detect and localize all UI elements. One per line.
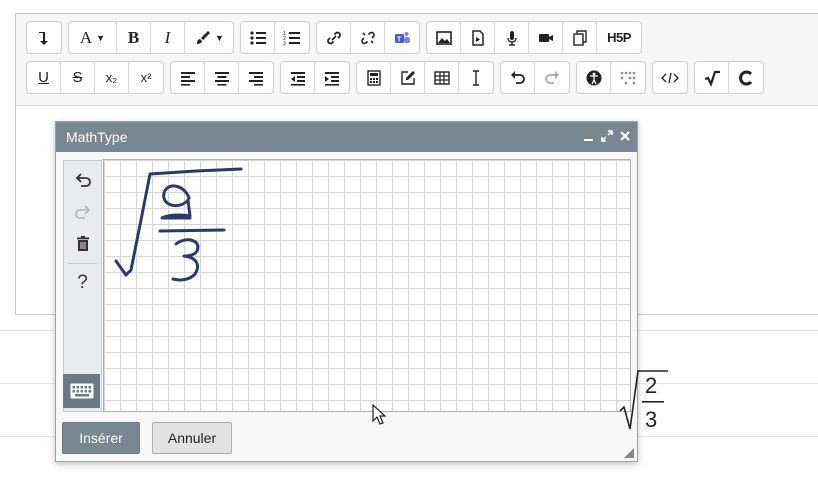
minimize-icon[interactable] (583, 129, 595, 143)
cancel-button[interactable]: Annuler (152, 422, 232, 454)
numbered-list-icon: 123 (283, 31, 300, 47)
equation-button[interactable] (357, 62, 391, 93)
handwriting-canvas[interactable]: 2 3 (103, 159, 668, 432)
link-button[interactable] (317, 22, 351, 53)
html-button[interactable] (653, 62, 687, 93)
mouse-cursor-icon (372, 404, 387, 425)
resize-handle-icon[interactable] (624, 448, 634, 458)
chemtype-button[interactable] (729, 62, 763, 93)
undo-icon (510, 70, 525, 84)
close-icon[interactable] (619, 129, 631, 143)
record-audio-button[interactable] (495, 22, 529, 53)
svg-text:3: 3 (283, 41, 286, 47)
toolbar-row-1: A ▼ B I ▼ 123 T H5P (26, 21, 642, 54)
sqrt-icon (704, 70, 720, 87)
svg-text:T: T (397, 36, 402, 43)
microphone-icon (506, 30, 517, 46)
undo-icon (75, 173, 91, 187)
h5p-button[interactable]: H5P (597, 22, 641, 53)
help-tool[interactable]: ? (64, 267, 101, 299)
keyboard-icon (70, 383, 93, 399)
formula-preview: 2 3 (618, 369, 670, 439)
undo-button[interactable] (501, 62, 535, 93)
file-media-icon (471, 29, 484, 46)
table-button[interactable] (425, 62, 459, 93)
text-cursor-icon (473, 69, 479, 86)
bold-button[interactable]: B (117, 22, 151, 53)
indent-icon (325, 71, 339, 86)
chem-c-icon (739, 70, 753, 85)
insert-button[interactable]: Insérer (62, 422, 140, 454)
image-button[interactable] (427, 22, 461, 53)
redo-icon (74, 205, 90, 219)
unlink-icon (360, 31, 375, 44)
align-right-icon (249, 71, 263, 86)
teams-icon: T (395, 31, 410, 43)
brush-icon (197, 30, 211, 44)
code-icon (661, 72, 679, 83)
bullet-list-icon (249, 30, 266, 45)
screenreader-button[interactable] (611, 62, 645, 93)
mathtype-dialog: MathType ? 2 3 Insérer Annuler (55, 121, 668, 462)
fullscreen-icon[interactable] (601, 129, 613, 143)
highlight-button[interactable]: ▼ (185, 22, 233, 53)
pencil-square-icon (400, 70, 415, 85)
strikethrough-button[interactable]: S (61, 62, 95, 93)
redo-icon (545, 70, 559, 84)
italic-button[interactable]: I (151, 22, 185, 53)
accessibility-button[interactable] (577, 62, 611, 93)
clear-tool[interactable] (64, 228, 101, 260)
indent-button[interactable] (315, 62, 349, 93)
video-camera-icon (538, 33, 553, 42)
bullet-list-button[interactable] (241, 22, 275, 53)
record-video-button[interactable] (529, 22, 563, 53)
image-icon (435, 30, 452, 45)
calculator-icon (366, 69, 381, 86)
clear-formatting-button[interactable] (459, 62, 493, 93)
align-left-icon (180, 71, 195, 86)
edit-button[interactable] (391, 62, 425, 93)
undo-tool[interactable] (64, 164, 101, 196)
preview-numerator: 2 (645, 373, 658, 398)
outdent-button[interactable] (281, 62, 315, 93)
manage-files-button[interactable] (563, 22, 597, 53)
handwritten-strokes (114, 167, 243, 282)
trash-icon (76, 236, 89, 251)
align-right-button[interactable] (239, 62, 273, 93)
redo-button[interactable] (535, 62, 569, 93)
teams-button[interactable]: T (385, 22, 419, 53)
superscript-button[interactable]: x² (129, 62, 163, 93)
align-left-button[interactable] (171, 62, 205, 93)
editor-toolbar: A ▼ B I ▼ 123 T H5P U S x₂ x² (16, 14, 818, 106)
help-icon: ? (77, 272, 88, 293)
font-color-icon: A (79, 27, 93, 47)
unlink-button[interactable] (351, 22, 385, 53)
files-icon (572, 29, 587, 46)
numbered-list-button[interactable]: 123 (275, 22, 309, 53)
outdent-icon (290, 71, 305, 86)
redo-tool[interactable] (64, 196, 101, 228)
align-center-icon (214, 71, 229, 86)
dialog-title: MathType (66, 129, 128, 145)
braille-icon (620, 71, 636, 84)
dialog-titlebar[interactable]: MathType (56, 122, 637, 152)
font-color-button[interactable]: A ▼ (69, 22, 117, 53)
toggle-toolbar-button[interactable] (27, 22, 61, 53)
arrow-down-left-icon (39, 31, 48, 45)
link-icon (326, 31, 341, 44)
table-icon (433, 70, 450, 85)
keyboard-toggle[interactable] (63, 374, 100, 408)
underline-button[interactable]: U (27, 62, 61, 93)
preview-denominator: 3 (645, 407, 658, 432)
mathtype-button[interactable] (695, 62, 729, 93)
toolbar-row-2: U S x₂ x² (26, 61, 764, 94)
sqrt-icon (619, 370, 668, 430)
align-center-button[interactable] (205, 62, 239, 93)
subscript-button[interactable]: x₂ (95, 62, 129, 93)
accessibility-icon (586, 70, 601, 85)
media-button[interactable] (461, 22, 495, 53)
